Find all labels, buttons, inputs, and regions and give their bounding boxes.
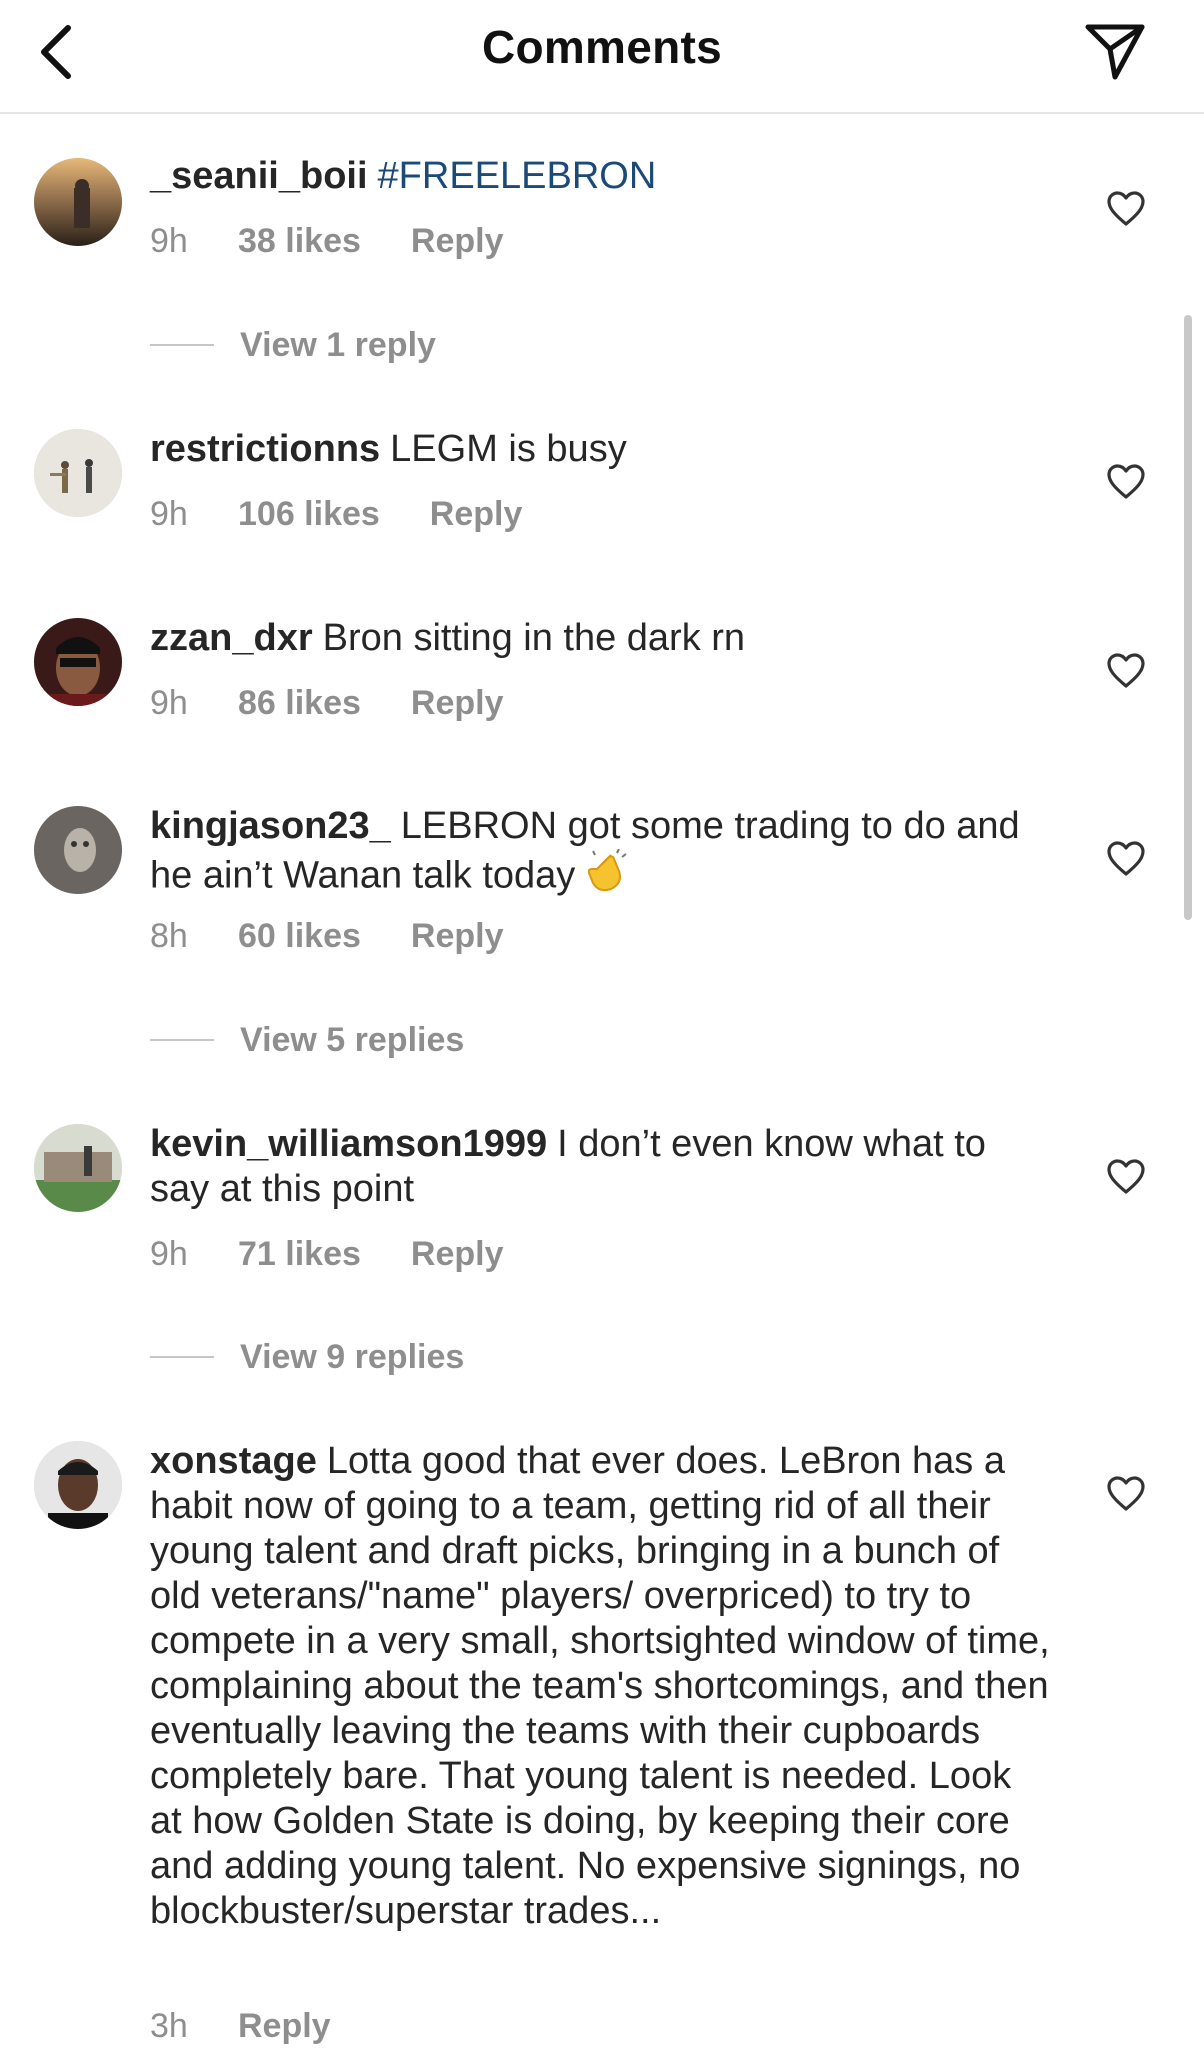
comment-meta: 3h Reply <box>150 2007 331 2046</box>
comment-likes[interactable]: 60 likes <box>238 917 361 956</box>
reply-button[interactable]: Reply <box>430 495 523 534</box>
comment-username[interactable]: zzan_dxr <box>150 617 313 659</box>
scrollbar[interactable] <box>1184 315 1192 920</box>
comment-meta: 9h 71 likes Reply <box>150 1235 503 1274</box>
comment-text: kevin_williamson1999 I don’t even know wh… <box>150 1122 1050 1212</box>
heart-outline-icon[interactable] <box>1106 652 1146 690</box>
comment-text: kingjason23_ LEBRON got some trading to d… <box>150 804 1050 906</box>
avatar[interactable] <box>34 618 122 706</box>
clapping-hands-emoji <box>583 848 629 906</box>
comment-text: zzan_dxr Bron sitting in the dark rn <box>150 616 1050 661</box>
comment-time: 9h <box>150 495 188 533</box>
comment-username[interactable]: kingjason23_ <box>150 805 391 847</box>
avatar[interactable] <box>34 1441 122 1529</box>
paper-plane-icon <box>1085 24 1145 80</box>
hashtag-link[interactable]: #FREELEBRON <box>378 155 657 197</box>
comment-time: 9h <box>150 684 188 722</box>
view-replies-label: View 5 replies <box>240 1020 465 1059</box>
comment-text: _seanii_boii #FREELEBRON <box>150 154 1050 199</box>
comment-text: restrictionns LEGM is busy <box>150 427 1050 472</box>
page-title: Comments <box>481 21 723 73</box>
heart-outline-icon[interactable] <box>1106 463 1146 501</box>
comment-body: Bron sitting in the dark rn <box>322 617 746 659</box>
view-replies-label: View 9 replies <box>240 1337 465 1376</box>
avatar[interactable] <box>34 158 122 246</box>
comment-body: LEGM is busy <box>390 428 627 470</box>
comment-meta: 9h 38 likes Reply <box>150 222 503 261</box>
reply-button[interactable]: Reply <box>411 1235 504 1274</box>
comment-time: 9h <box>150 1235 188 1273</box>
comment-likes[interactable]: 71 likes <box>238 1235 361 1274</box>
comment-meta: 8h 60 likes Reply <box>150 917 503 956</box>
reply-button[interactable]: Reply <box>411 684 504 723</box>
heart-outline-icon[interactable] <box>1106 1158 1146 1196</box>
comment-username[interactable]: xonstage <box>150 1440 317 1482</box>
comment-time: 9h <box>150 222 188 260</box>
reply-button[interactable]: Reply <box>411 917 504 956</box>
avatar[interactable] <box>34 429 122 517</box>
view-replies-label: View 1 reply <box>240 325 436 364</box>
reply-button[interactable]: Reply <box>238 2007 331 2046</box>
view-replies-button[interactable]: View 5 replies <box>150 1020 464 1060</box>
heart-outline-icon[interactable] <box>1106 1475 1146 1513</box>
comment-time: 8h <box>150 917 188 955</box>
divider-line <box>150 344 214 346</box>
comment-text: xonstage Lotta good that ever does. LeBro… <box>150 1439 1050 1934</box>
comment-likes[interactable]: 38 likes <box>238 222 361 261</box>
comment-username[interactable]: restrictionns <box>150 428 380 470</box>
header-bar: Comments <box>0 0 1204 114</box>
view-replies-button[interactable]: View 9 replies <box>150 1337 464 1377</box>
comment-meta: 9h 106 likes Reply <box>150 495 522 534</box>
share-button[interactable] <box>1082 18 1148 84</box>
comment-body: Lotta good that ever does. LeBron has a … <box>150 1440 1050 1932</box>
divider-line <box>150 1039 214 1041</box>
divider-line <box>150 1356 214 1358</box>
comment-likes[interactable]: 106 likes <box>238 495 380 534</box>
comment-username[interactable]: _seanii_boii <box>150 155 368 197</box>
avatar[interactable] <box>34 806 122 894</box>
comment-time: 3h <box>150 2007 188 2045</box>
heart-outline-icon[interactable] <box>1106 190 1146 228</box>
reply-button[interactable]: Reply <box>411 222 504 261</box>
view-replies-button[interactable]: View 1 reply <box>150 325 436 365</box>
comment-likes[interactable]: 86 likes <box>238 684 361 723</box>
comment-username[interactable]: kevin_williamson1999 <box>150 1123 547 1165</box>
heart-outline-icon[interactable] <box>1106 840 1146 878</box>
comment-meta: 9h 86 likes Reply <box>150 684 503 723</box>
avatar[interactable] <box>34 1124 122 1212</box>
